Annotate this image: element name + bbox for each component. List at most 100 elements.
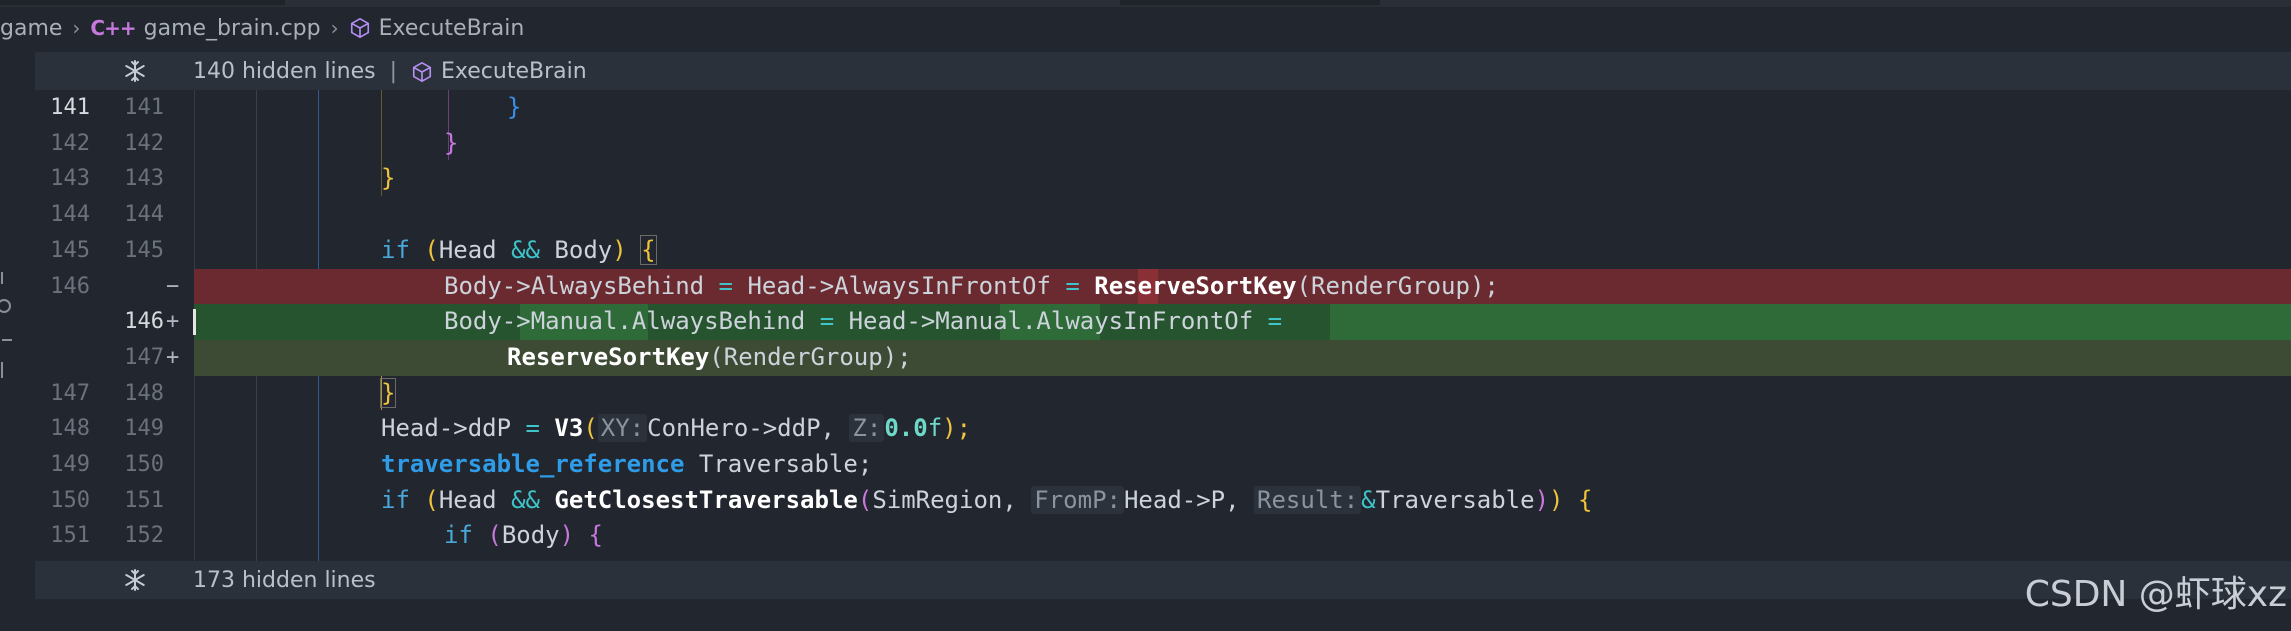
added-line: 147 + ReserveSortKey(RenderGroup); xyxy=(0,339,2291,376)
hidden-lines-fold-top[interactable]: 140 hidden lines | ExecuteBrain xyxy=(35,52,2291,90)
text-cursor xyxy=(193,309,196,335)
fold-label: 140 hidden lines | ExecuteBrain xyxy=(193,59,587,84)
code-text: ReserveSortKey(RenderGroup); xyxy=(507,340,912,376)
inlay-hint: FromP: xyxy=(1031,485,1124,514)
identifier: Body->AlwaysBehind xyxy=(444,271,705,300)
code-text: if (Body) { xyxy=(444,518,603,554)
code-line: 143 143 } xyxy=(0,161,2291,197)
expand-fold-icon[interactable] xyxy=(123,568,147,592)
line-number-original: 146 xyxy=(50,273,90,299)
code-text: } xyxy=(379,376,397,412)
operator: && xyxy=(511,235,540,264)
operator: && xyxy=(511,485,540,514)
line-number-modified: 151 xyxy=(124,487,164,513)
inlay-hint: Result: xyxy=(1254,485,1362,514)
inlay-hint: XY: xyxy=(597,414,648,443)
line-number-original: 142 xyxy=(50,130,90,156)
function-call: V3 xyxy=(554,414,584,443)
code-line: 147 148 } xyxy=(0,376,2291,412)
paren: ) xyxy=(1549,485,1564,514)
expand-fold-icon[interactable] xyxy=(123,59,147,83)
paren: ) xyxy=(1534,485,1550,514)
paren: ) xyxy=(612,235,627,264)
function-call: GetClosestTraversable xyxy=(554,485,858,514)
paren: ) xyxy=(559,521,575,550)
hidden-lines-count: 140 hidden lines xyxy=(193,58,376,84)
tab-strip xyxy=(0,0,2291,7)
tab-strip-segment xyxy=(1120,0,1380,5)
number-literal: 0.0 xyxy=(884,414,928,443)
code-text: Body->Manual.AlwaysBehind = Head->Manual… xyxy=(444,304,1282,340)
added-range-highlight xyxy=(1330,304,2291,340)
breadcrumb-symbol-label: ExecuteBrain xyxy=(378,15,525,41)
added-marker: + xyxy=(166,344,180,370)
code-line: 142 142 } xyxy=(0,126,2291,162)
breadcrumb-folder[interactable]: game xyxy=(0,16,62,41)
opening-brace: { xyxy=(588,521,603,550)
line-number-original: 147 xyxy=(50,380,90,406)
breadcrumb-file[interactable]: C++ game_brain.cpp xyxy=(90,16,320,41)
breadcrumb-symbol[interactable]: ExecuteBrain xyxy=(349,15,525,41)
fold-separator: | xyxy=(389,58,398,84)
code-text: Body->AlwaysBehind = Head->AlwaysInFront… xyxy=(444,269,1499,305)
identifier: Body xyxy=(501,521,560,550)
identifier: Traversable; xyxy=(698,450,873,478)
line-number-modified: 150 xyxy=(124,452,164,477)
hidden-lines-count: 173 hidden lines xyxy=(193,567,376,593)
paren: ( xyxy=(424,485,439,514)
line-number-modified: 143 xyxy=(124,166,164,192)
operator: = xyxy=(718,271,733,300)
line-number-original: 150 xyxy=(50,487,90,513)
line-number-original: 141 xyxy=(50,95,90,120)
identifier: Head xyxy=(438,235,497,264)
tab-strip-segment xyxy=(0,0,285,5)
operator: & xyxy=(1361,485,1376,514)
argument: Traversable xyxy=(1375,485,1535,514)
method-cube-icon xyxy=(412,61,432,82)
deleted-line: 146 − Body->AlwaysBehind = Head->AlwaysI… xyxy=(0,268,2291,305)
operator: = xyxy=(819,307,835,336)
line-number-modified: 141 xyxy=(124,95,164,120)
code-line: 149 150 traversable_reference Traversabl… xyxy=(0,447,2291,483)
breadcrumb-folder-label: game xyxy=(0,15,63,41)
code-text: } xyxy=(507,90,521,126)
line-number-modified: 149 xyxy=(124,416,164,442)
cpp-file-icon: C++ xyxy=(90,16,136,40)
function-call: ReserveSortKey xyxy=(1094,271,1297,300)
identifier: Body xyxy=(554,235,613,264)
code-text: if (Head && GetClosestTraversable(SimReg… xyxy=(381,483,1592,519)
keyword: if xyxy=(381,235,410,264)
line-number-modified: 152 xyxy=(124,523,164,549)
literal-suffix: f xyxy=(927,414,943,443)
glyph-margin-icons xyxy=(0,272,12,378)
diff-editor[interactable]: 141 141 } 142 142 } 143 143 } 144 144 14… xyxy=(0,90,2291,561)
paren: ( xyxy=(487,521,502,550)
line-number-original: 144 xyxy=(50,202,90,228)
breadcrumb-file-label: game_brain.cpp xyxy=(143,15,321,41)
code-text: } xyxy=(381,161,395,197)
line-number-original: 143 xyxy=(50,166,90,192)
inlay-hint: Z: xyxy=(849,414,885,443)
code-line: 151 152 if (Body) { xyxy=(0,518,2291,554)
identifier: Head->AlwaysInFrontOf xyxy=(747,271,1051,300)
keyword: if xyxy=(444,521,473,550)
identifier: Head->Manual.AlwaysInFrontOf xyxy=(848,307,1254,336)
added-marker: + xyxy=(166,309,180,335)
argument: ConHero->ddP, xyxy=(647,414,835,443)
line-number-modified: 148 xyxy=(124,380,164,406)
identifier: Head->ddP xyxy=(381,414,512,443)
line-number-original: 145 xyxy=(50,237,90,263)
identifier: Body->Manual.AlwaysBehind xyxy=(444,307,806,336)
code-line: 144 144 xyxy=(0,197,2291,233)
hidden-lines-fold-bottom[interactable]: 173 hidden lines xyxy=(35,561,2291,599)
line-number-modified: 146 xyxy=(124,309,164,335)
code-line: 141 141 } xyxy=(0,90,2291,126)
opening-brace: { xyxy=(1577,485,1593,514)
arguments: (RenderGroup); xyxy=(1296,271,1499,300)
paren: ( xyxy=(583,414,598,443)
closing-brace: } xyxy=(379,377,397,408)
method-cube-icon xyxy=(350,18,369,38)
watermark: CSDN @虾球xz xyxy=(2024,574,2287,615)
removed-marker: − xyxy=(166,273,180,299)
paren: ( xyxy=(424,235,439,264)
